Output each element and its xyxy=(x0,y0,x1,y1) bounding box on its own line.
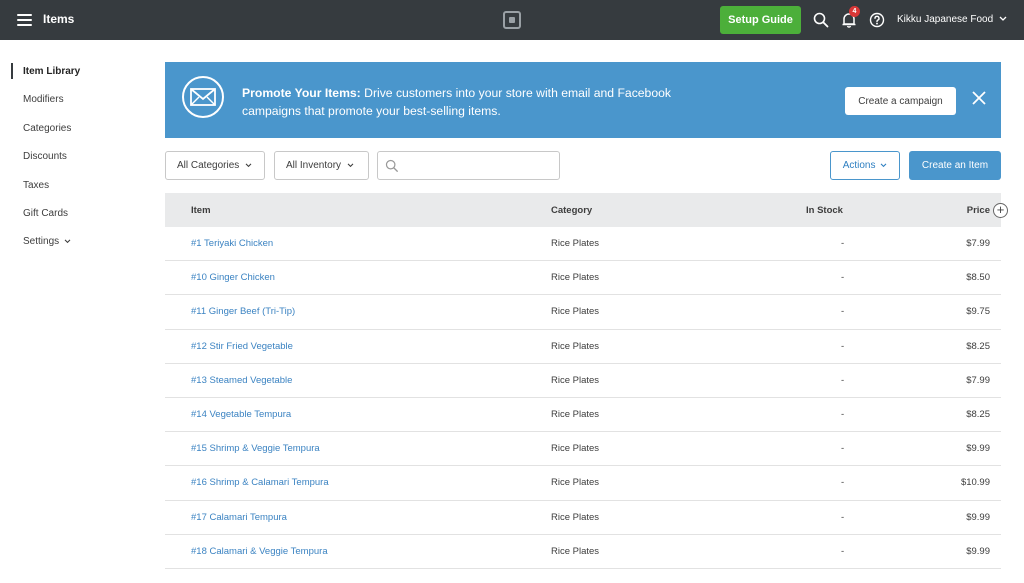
column-header-category[interactable]: Category xyxy=(551,205,592,216)
table-row[interactable]: #10 Ginger Chicken Rice Plates - $8.50 xyxy=(165,261,1001,296)
table-header: Item Category In Stock Price + xyxy=(165,193,1008,227)
table-row[interactable]: #11 Ginger Beef (Tri-Tip) Rice Plates - $9.… xyxy=(165,295,1001,330)
item-price: $7.99 xyxy=(966,374,990,386)
sidebar-item-gift-cards[interactable]: Gift Cards xyxy=(23,208,68,219)
dropdown-label: All Inventory xyxy=(286,160,342,171)
item-price: $9.75 xyxy=(966,306,990,318)
item-category: Rice Plates xyxy=(551,408,600,420)
item-stock: - xyxy=(841,545,845,557)
item-category: Rice Plates xyxy=(551,238,600,249)
item-stock: - xyxy=(841,272,845,284)
item-name-link[interactable]: #14 Vegetable Tempura xyxy=(191,409,291,420)
item-name-link[interactable]: #10 Ginger Chicken xyxy=(191,272,275,283)
chevron-down-icon xyxy=(245,163,252,167)
banner-title: Promote Your Items: xyxy=(242,86,361,100)
item-price: $9.99 xyxy=(966,545,990,557)
item-stock: - xyxy=(841,238,845,249)
promo-banner: Promote Your Items: Drive customers into… xyxy=(165,62,1001,138)
item-category: Rice Plates xyxy=(551,443,600,455)
chevron-down-icon xyxy=(347,163,354,167)
search-icon xyxy=(385,159,398,172)
item-category: Rice Plates xyxy=(551,306,600,318)
item-price: $9.99 xyxy=(966,511,990,523)
item-price: $9.99 xyxy=(966,443,990,455)
item-name-link[interactable]: #13 Steamed Vegetable xyxy=(191,375,292,386)
item-stock: - xyxy=(841,340,845,352)
sidebar-item-settings[interactable]: Settings xyxy=(23,236,71,247)
search-input[interactable] xyxy=(405,156,555,175)
column-header-in-stock[interactable]: In Stock xyxy=(806,205,843,216)
item-name-link[interactable]: #17 Calamari Tempura xyxy=(191,512,287,523)
item-name-link[interactable]: #1 Teriyaki Chicken xyxy=(191,238,273,249)
item-name-link[interactable]: #11 Ginger Beef (Tri-Tip) xyxy=(191,306,295,317)
sidebar-item-label: Settings xyxy=(23,236,60,247)
table-row[interactable]: #14 Vegetable Tempura Rice Plates - $8.25 xyxy=(165,398,1001,433)
search-box[interactable] xyxy=(377,151,560,180)
item-price: $8.50 xyxy=(966,272,990,284)
account-menu[interactable]: Kikku Japanese Food xyxy=(897,14,1007,25)
close-icon[interactable] xyxy=(971,90,987,106)
item-name-link[interactable]: #15 Shrimp & Veggie Tempura xyxy=(191,443,320,454)
table-body: #1 Teriyaki Chicken Rice Plates - $7.99 #10 … xyxy=(165,227,1001,569)
all-categories-dropdown[interactable]: All Categories xyxy=(165,151,265,180)
item-category: Rice Plates xyxy=(551,374,600,386)
table-row[interactable]: #12 Stir Fried Vegetable Rice Plates - $8.2… xyxy=(165,330,1001,364)
table-row[interactable]: #13 Steamed Vegetable Rice Plates - $7.99 xyxy=(165,364,1001,398)
page-title: Items xyxy=(43,12,75,26)
envelope-icon xyxy=(182,76,224,118)
table-row[interactable]: #18 Calamari & Veggie Tempura Rice Plates… xyxy=(165,535,1001,569)
account-name: Kikku Japanese Food xyxy=(897,14,994,25)
item-stock: - xyxy=(841,408,845,420)
chevron-down-icon xyxy=(999,16,1007,22)
notification-badge: 4 xyxy=(849,6,860,17)
item-stock: - xyxy=(841,477,845,489)
top-bar: Items Setup Guide 4 Kikku Japanese Food xyxy=(0,0,1024,40)
item-category: Rice Plates xyxy=(551,477,600,489)
item-category: Rice Plates xyxy=(551,272,600,284)
item-category: Rice Plates xyxy=(551,545,600,557)
table-row[interactable]: #1 Teriyaki Chicken Rice Plates - $7.99 xyxy=(165,227,1001,262)
item-name-link[interactable]: #18 Calamari & Veggie Tempura xyxy=(191,546,328,557)
item-stock: - xyxy=(841,306,845,318)
banner-message: Promote Your Items: Drive customers into… xyxy=(242,84,672,120)
item-category: Rice Plates xyxy=(551,340,600,352)
all-inventory-dropdown[interactable]: All Inventory xyxy=(274,151,369,180)
item-price: $8.25 xyxy=(966,340,990,352)
sidebar-item-categories[interactable]: Categories xyxy=(23,123,71,134)
item-price: $8.25 xyxy=(966,408,990,420)
item-price: $10.99 xyxy=(960,477,990,489)
chevron-down-icon xyxy=(880,163,887,167)
item-price: $7.99 xyxy=(966,238,990,249)
item-stock: - xyxy=(841,443,845,455)
search-icon[interactable] xyxy=(813,12,829,28)
chevron-down-icon xyxy=(64,239,71,243)
item-stock: - xyxy=(841,374,845,386)
square-logo-icon[interactable] xyxy=(503,11,521,29)
plus-icon[interactable]: + xyxy=(993,203,1008,218)
table-row[interactable]: #15 Shrimp & Veggie Tempura Rice Plates - $… xyxy=(165,432,1001,467)
table-row[interactable]: #16 Shrimp & Calamari Tempura Rice Plates… xyxy=(165,466,1001,501)
dropdown-label: All Categories xyxy=(177,160,240,171)
sidebar-item-discounts[interactable]: Discounts xyxy=(23,151,67,162)
column-header-price[interactable]: Price xyxy=(967,205,990,216)
setup-guide-button[interactable]: Setup Guide xyxy=(720,6,801,34)
item-stock: - xyxy=(841,511,845,523)
item-name-link[interactable]: #16 Shrimp & Calamari Tempura xyxy=(191,477,329,488)
sidebar-item-item-library[interactable]: Item Library xyxy=(23,66,80,77)
actions-label: Actions xyxy=(842,160,876,171)
sidebar-item-modifiers[interactable]: Modifiers xyxy=(23,94,64,105)
actions-button[interactable]: Actions xyxy=(830,151,900,180)
column-header-item[interactable]: Item xyxy=(191,205,211,216)
table-row[interactable]: #17 Calamari Tempura Rice Plates - $9.99 xyxy=(165,501,1001,535)
sidebar-item-taxes[interactable]: Taxes xyxy=(23,180,49,191)
help-icon[interactable] xyxy=(869,12,885,28)
active-indicator xyxy=(11,63,13,79)
item-category: Rice Plates xyxy=(551,511,600,523)
item-name-link[interactable]: #12 Stir Fried Vegetable xyxy=(191,341,293,352)
create-item-button[interactable]: Create an Item xyxy=(909,151,1001,180)
menu-icon[interactable] xyxy=(17,14,32,26)
items-table: Item Category In Stock Price + #1 Teriya… xyxy=(165,193,1008,569)
create-campaign-button[interactable]: Create a campaign xyxy=(845,87,956,115)
